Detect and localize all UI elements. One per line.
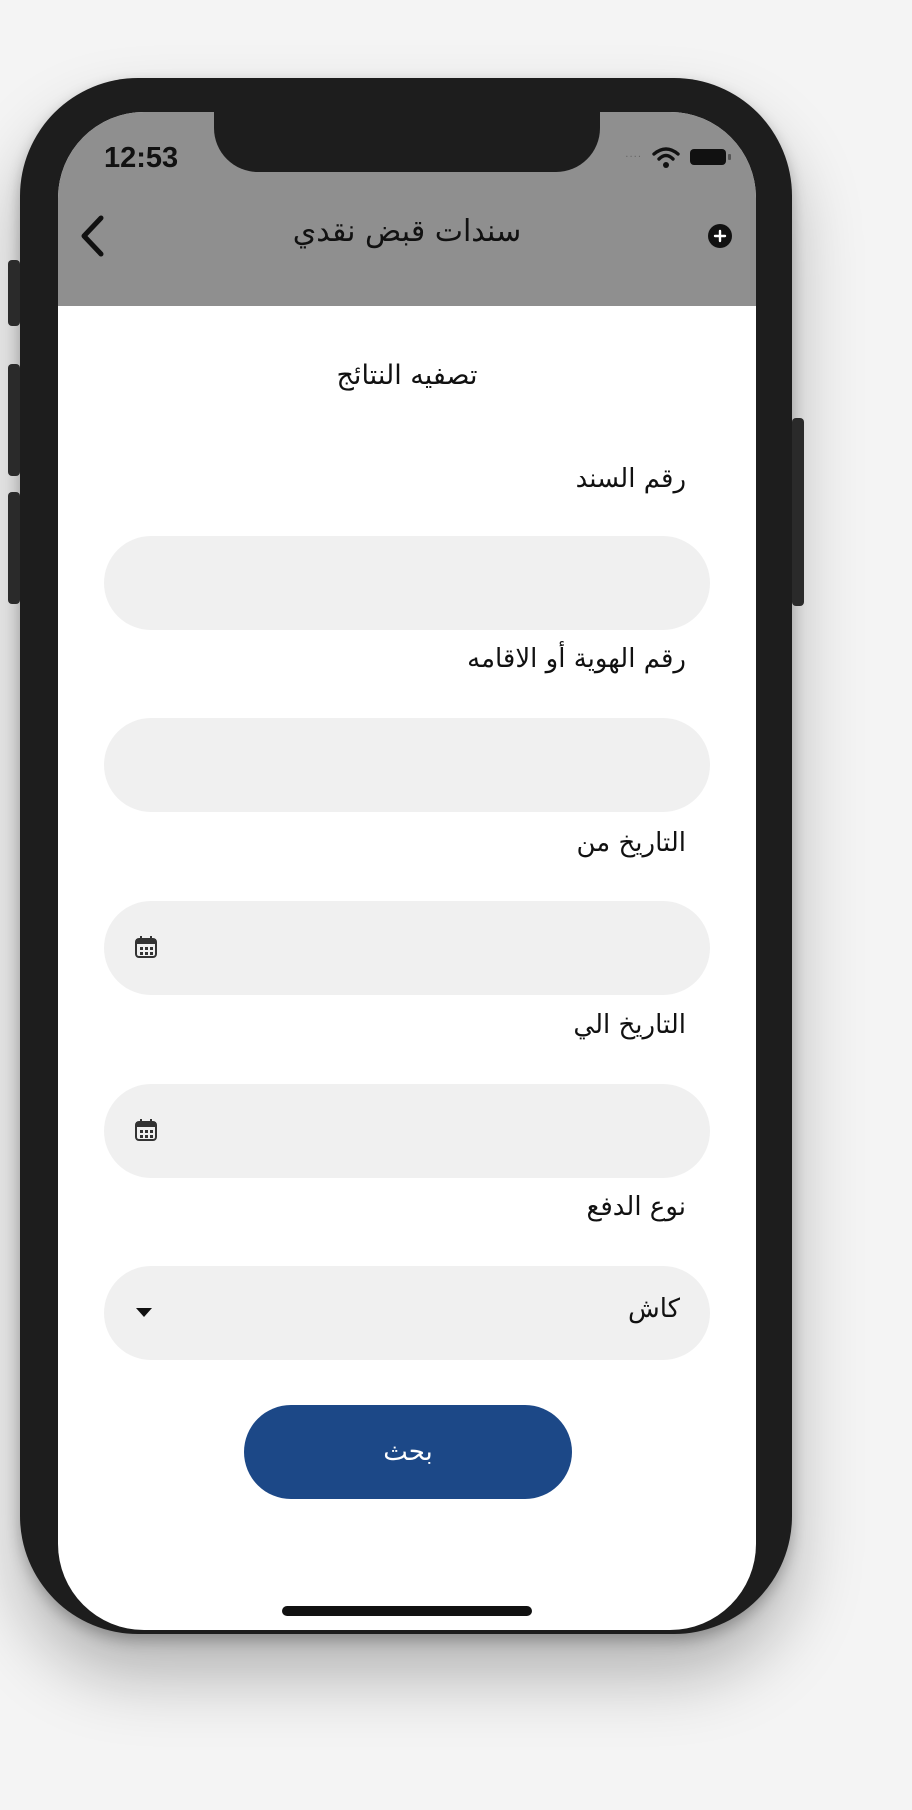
battery-icon [690,149,731,165]
id-number-label: رقم الهوية أو الاقامه [467,644,686,674]
phone-notch [214,112,600,172]
phone-power-button [792,418,804,606]
search-button[interactable]: بحث [244,1405,572,1499]
phone-silent-switch [8,260,20,326]
status-time: 12:53 [104,142,179,174]
payment-type-label: نوع الدفع [586,1192,686,1222]
navigation-bar: 12:53 ···· سندات قبض نقدي [58,112,756,306]
status-icons: ···· [625,146,731,168]
page-title: سندات قبض نقدي [292,214,522,249]
app-screen: 12:53 ···· سندات قبض نقدي تصفيه النتائج … [58,112,756,1630]
dropdown-arrow-icon [136,1308,152,1317]
phone-volume-up-button [8,364,20,476]
wifi-icon [652,147,680,168]
date-from-field[interactable] [104,901,710,995]
date-to-label: التاريخ الي [573,1010,686,1040]
date-from-label: التاريخ من [576,828,686,858]
payment-type-select[interactable]: كاش [104,1266,710,1360]
voucher-number-input[interactable] [104,536,710,630]
phone-volume-down-button [8,492,20,604]
home-indicator [282,1606,532,1616]
add-circle-icon[interactable] [708,224,732,248]
id-number-input[interactable] [104,718,710,812]
calendar-icon [135,936,157,958]
filter-title: تصفيه النتائج [336,360,478,391]
calendar-icon [135,1119,157,1141]
date-to-field[interactable] [104,1084,710,1178]
signal-dots-icon: ···· [625,151,642,163]
payment-type-value: كاش [627,1294,680,1324]
voucher-number-label: رقم السند [575,464,686,494]
